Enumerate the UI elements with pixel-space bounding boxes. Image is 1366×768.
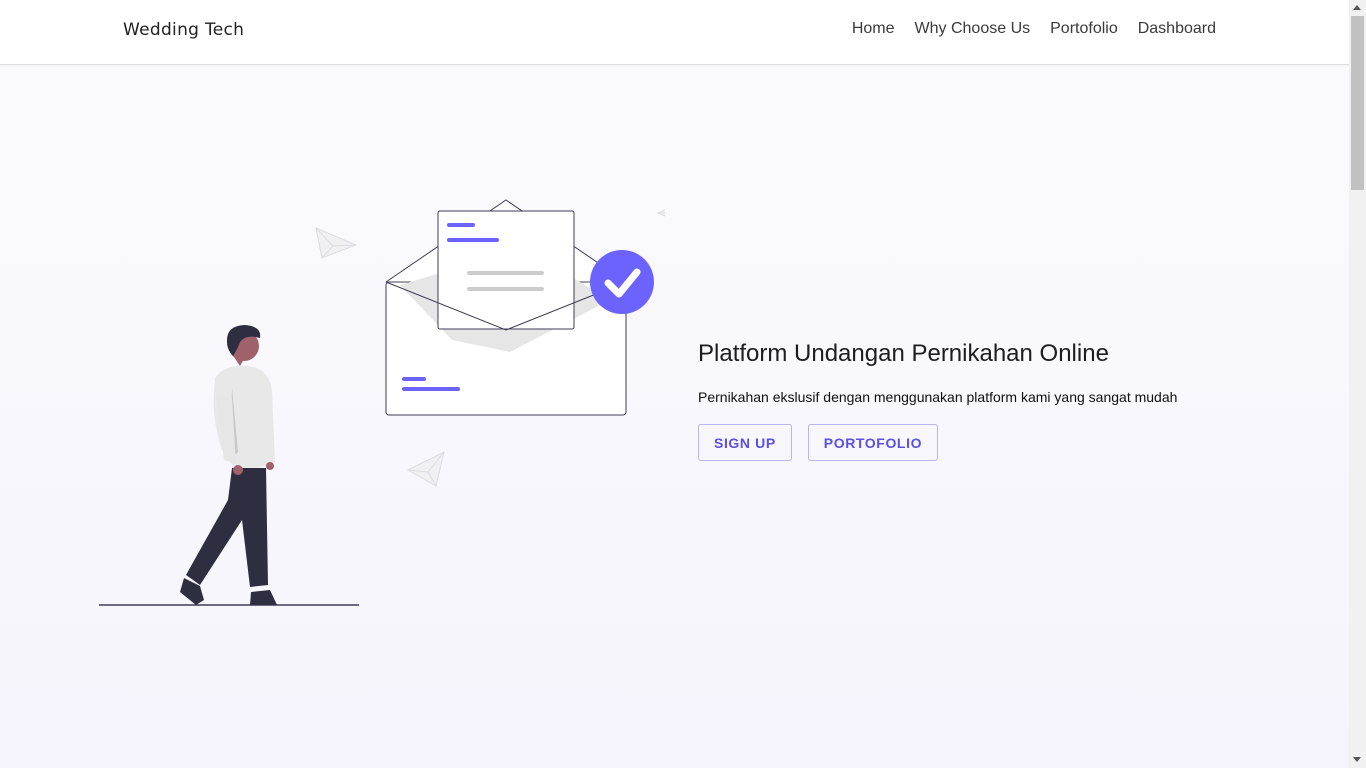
scroll-down-icon[interactable] bbox=[1353, 757, 1361, 762]
sign-up-button[interactable]: SIGN UP bbox=[698, 424, 792, 461]
hero-illustration bbox=[99, 199, 665, 606]
paper-plane-icon bbox=[406, 451, 445, 487]
hero-buttons: SIGN UP PORTOFOLIO bbox=[698, 424, 939, 461]
navbar: Wedding Tech Home Why Choose Us Portofol… bbox=[0, 0, 1349, 65]
portofolio-button[interactable]: PORTOFOLIO bbox=[807, 424, 939, 461]
brand-logo[interactable]: Wedding Tech bbox=[123, 20, 244, 40]
hero-subtitle: Pernikahan ekslusif dengan menggunakan p… bbox=[698, 389, 1178, 405]
scrollbar-thumb[interactable] bbox=[1351, 16, 1364, 190]
nav-link-why-choose-us[interactable]: Why Choose Us bbox=[915, 20, 1031, 38]
vertical-scrollbar[interactable] bbox=[1349, 0, 1366, 768]
nav-links: Home Why Choose Us Portofolio Dashboard bbox=[852, 20, 1216, 38]
hero-title: Platform Undangan Pernikahan Online bbox=[698, 340, 1109, 367]
scroll-up-icon[interactable] bbox=[1353, 5, 1361, 10]
nav-link-home[interactable]: Home bbox=[852, 20, 895, 38]
check-icon bbox=[590, 250, 654, 314]
nav-link-portofolio[interactable]: Portofolio bbox=[1050, 20, 1118, 38]
page: Wedding Tech Home Why Choose Us Portofol… bbox=[0, 0, 1349, 768]
paper-plane-icon bbox=[656, 209, 665, 217]
person-figure bbox=[99, 325, 359, 606]
nav-link-dashboard[interactable]: Dashboard bbox=[1138, 20, 1216, 38]
paper-plane-icon bbox=[315, 227, 358, 259]
